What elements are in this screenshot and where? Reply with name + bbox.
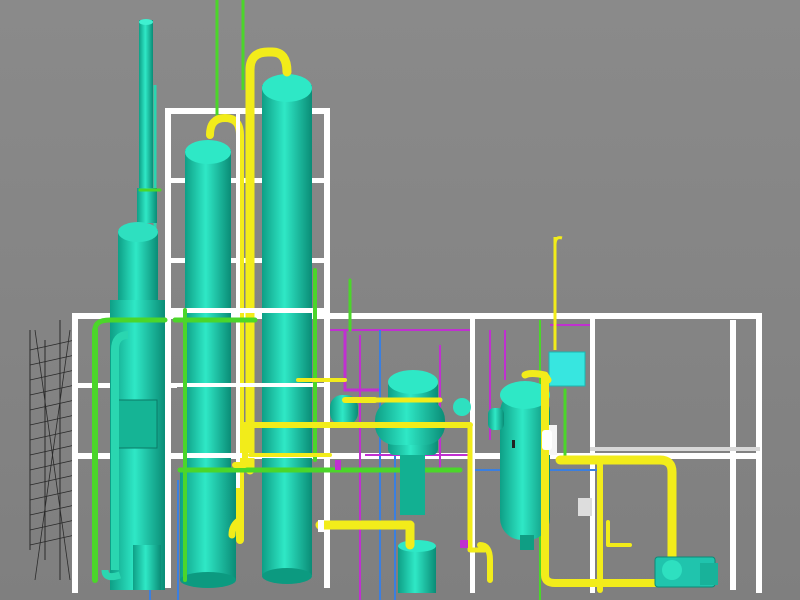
tank-bottom-center <box>398 540 436 593</box>
column-right <box>262 74 312 584</box>
plant-scene <box>29 0 762 600</box>
model-viewport[interactable] <box>0 0 800 600</box>
ladder-tower <box>29 320 76 590</box>
steel-frame <box>72 108 762 593</box>
drum-center <box>330 370 471 515</box>
cyan-box <box>548 351 586 387</box>
pump-right <box>654 556 718 588</box>
column-left <box>180 140 236 588</box>
